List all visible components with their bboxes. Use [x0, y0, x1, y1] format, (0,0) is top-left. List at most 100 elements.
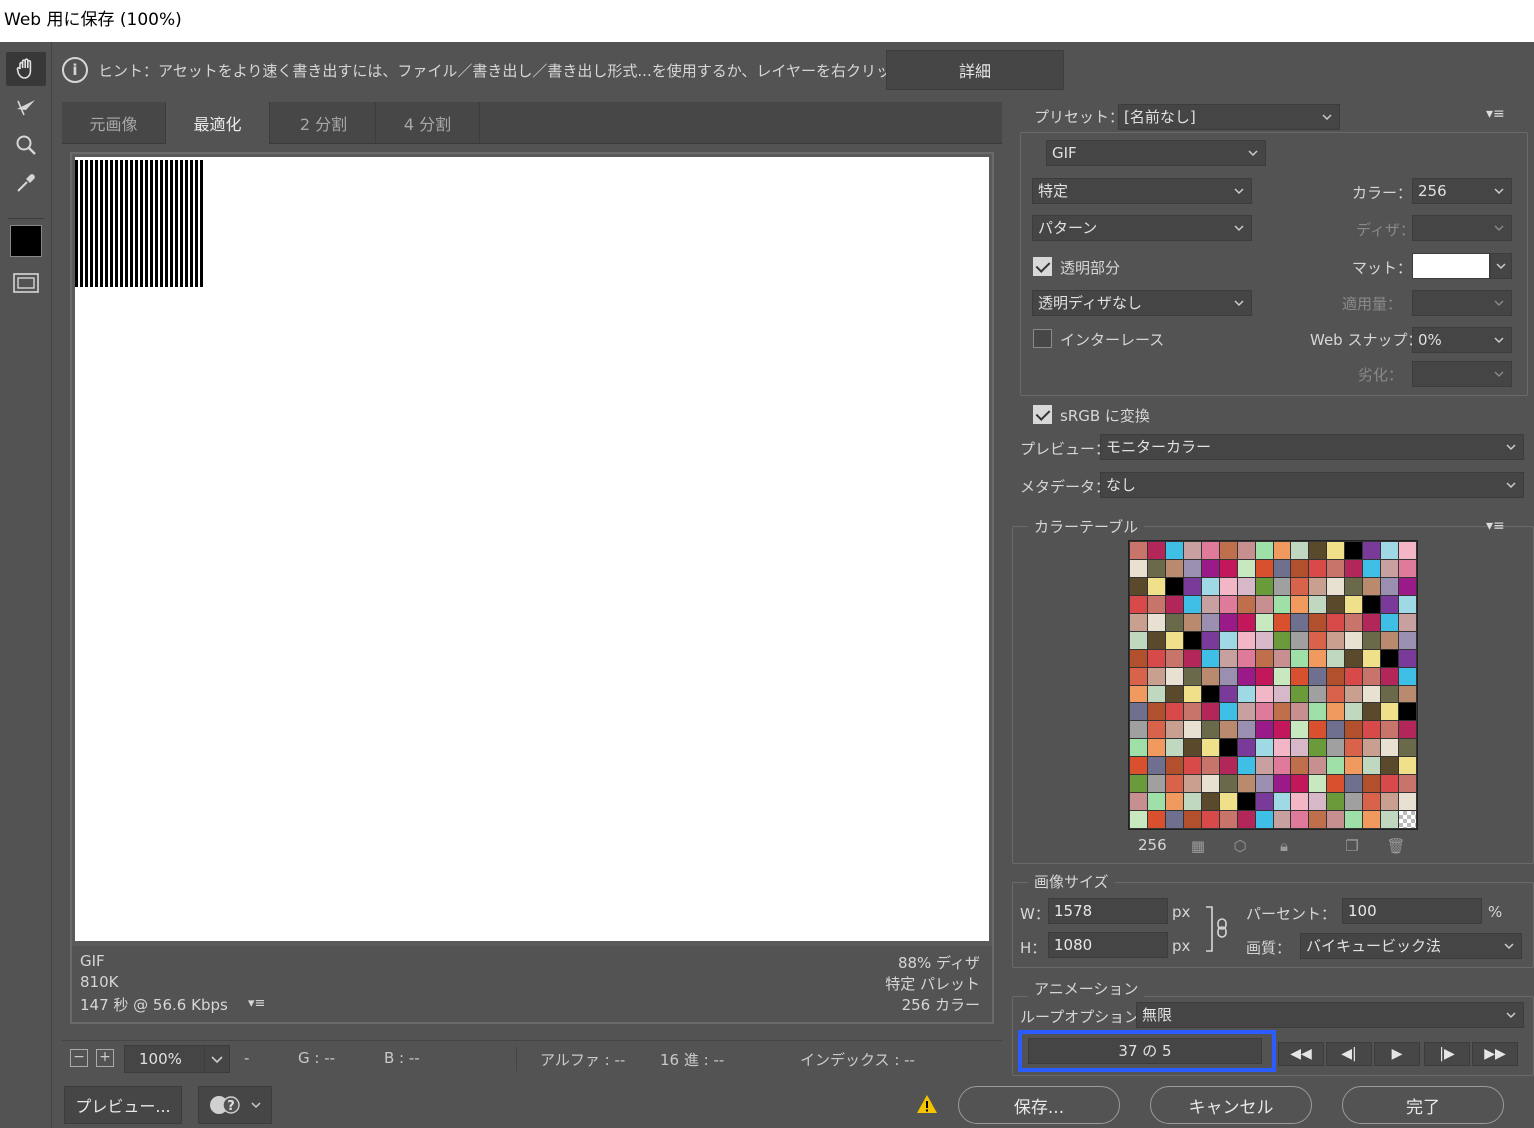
- color-swatch[interactable]: [1399, 721, 1416, 739]
- color-swatch[interactable]: [1130, 577, 1147, 595]
- color-swatch[interactable]: [1345, 613, 1363, 631]
- color-swatch[interactable]: [1147, 577, 1165, 595]
- browser-preview-button[interactable]: ?: [198, 1086, 272, 1124]
- color-swatch[interactable]: [1219, 685, 1237, 703]
- color-swatch[interactable]: [1291, 757, 1309, 775]
- new-color-icon[interactable]: ❐: [1342, 837, 1362, 857]
- color-swatch[interactable]: [1345, 775, 1363, 793]
- color-swatch[interactable]: [1381, 649, 1399, 667]
- slice-select-tool-icon[interactable]: [6, 90, 46, 124]
- color-swatch[interactable]: [1201, 613, 1219, 631]
- zoom-in-button[interactable]: +: [96, 1049, 114, 1067]
- color-swatch[interactable]: [1237, 542, 1255, 559]
- zoom-dropdown[interactable]: [204, 1045, 230, 1073]
- color-swatch[interactable]: [1309, 667, 1327, 685]
- web-safe-cube-icon[interactable]: ⬡: [1230, 837, 1250, 857]
- color-swatch[interactable]: [1345, 559, 1363, 577]
- color-swatch[interactable]: [1363, 685, 1381, 703]
- percent-input[interactable]: 100: [1342, 898, 1482, 924]
- color-swatch[interactable]: [1309, 577, 1327, 595]
- color-swatch[interactable]: [1381, 577, 1399, 595]
- color-swatch[interactable]: [1165, 757, 1183, 775]
- color-swatch[interactable]: [1291, 739, 1309, 757]
- color-swatch[interactable]: [1345, 703, 1363, 721]
- eyedropper-color-swatch[interactable]: [10, 225, 42, 257]
- color-reduction-dropdown[interactable]: 特定: [1032, 178, 1252, 204]
- color-swatch[interactable]: [1255, 757, 1273, 775]
- color-swatch[interactable]: [1201, 649, 1219, 667]
- lock-color-icon[interactable]: 🔒︎: [1274, 837, 1294, 857]
- color-swatch[interactable]: [1363, 631, 1381, 649]
- color-swatch[interactable]: [1183, 811, 1201, 828]
- preview-image[interactable]: [75, 157, 989, 941]
- color-swatch[interactable]: [1130, 649, 1147, 667]
- color-swatch[interactable]: [1201, 775, 1219, 793]
- color-swatch[interactable]: [1255, 559, 1273, 577]
- color-swatch[interactable]: [1363, 613, 1381, 631]
- color-swatch[interactable]: [1130, 793, 1147, 811]
- color-swatch[interactable]: [1399, 577, 1416, 595]
- color-swatch[interactable]: [1237, 631, 1255, 649]
- color-swatch[interactable]: [1165, 667, 1183, 685]
- download-speed-menu-icon[interactable]: ▾≡: [248, 996, 265, 1011]
- color-swatch[interactable]: [1183, 613, 1201, 631]
- color-swatch[interactable]: [1291, 649, 1309, 667]
- color-swatch[interactable]: [1237, 667, 1255, 685]
- color-swatch[interactable]: [1219, 577, 1237, 595]
- color-swatch[interactable]: [1201, 757, 1219, 775]
- color-swatch[interactable]: [1363, 739, 1381, 757]
- quality-dropdown[interactable]: バイキュービック法: [1300, 933, 1522, 959]
- color-swatch[interactable]: [1165, 739, 1183, 757]
- color-swatch[interactable]: [1399, 613, 1416, 631]
- color-swatch[interactable]: [1327, 595, 1345, 613]
- color-swatch[interactable]: [1309, 811, 1327, 828]
- color-swatch[interactable]: [1255, 811, 1273, 828]
- color-swatch[interactable]: [1147, 775, 1165, 793]
- color-swatch[interactable]: [1201, 685, 1219, 703]
- color-swatch[interactable]: [1309, 685, 1327, 703]
- color-swatch[interactable]: [1147, 559, 1165, 577]
- color-swatch[interactable]: [1255, 631, 1273, 649]
- web-snap-field[interactable]: 0%: [1412, 327, 1512, 353]
- preview-button[interactable]: プレビュー...: [64, 1086, 182, 1124]
- color-swatch[interactable]: [1363, 649, 1381, 667]
- color-swatch[interactable]: [1309, 793, 1327, 811]
- color-swatch[interactable]: [1291, 559, 1309, 577]
- color-swatch[interactable]: [1201, 811, 1219, 828]
- color-swatch[interactable]: [1183, 542, 1201, 559]
- color-swatch[interactable]: [1399, 649, 1416, 667]
- color-swatch[interactable]: [1291, 721, 1309, 739]
- color-swatch[interactable]: [1130, 667, 1147, 685]
- tab-original[interactable]: 元画像: [62, 102, 166, 144]
- color-swatch[interactable]: [1273, 739, 1291, 757]
- color-swatch[interactable]: [1327, 757, 1345, 775]
- color-swatch[interactable]: [1381, 811, 1399, 828]
- color-swatch[interactable]: [1363, 721, 1381, 739]
- color-swatch[interactable]: [1255, 703, 1273, 721]
- color-swatch[interactable]: [1345, 721, 1363, 739]
- color-swatch[interactable]: [1219, 649, 1237, 667]
- color-swatch[interactable]: [1219, 721, 1237, 739]
- color-swatch[interactable]: [1147, 631, 1165, 649]
- color-swatch[interactable]: [1345, 739, 1363, 757]
- color-swatch[interactable]: [1381, 595, 1399, 613]
- color-swatch[interactable]: [1291, 811, 1309, 828]
- color-swatch[interactable]: [1147, 721, 1165, 739]
- color-swatch[interactable]: [1165, 631, 1183, 649]
- color-swatch[interactable]: [1345, 577, 1363, 595]
- color-swatch[interactable]: [1291, 542, 1309, 559]
- color-swatch[interactable]: [1255, 685, 1273, 703]
- next-frame-button[interactable]: |▶: [1424, 1042, 1470, 1066]
- color-swatch[interactable]: [1273, 703, 1291, 721]
- color-swatch[interactable]: [1345, 631, 1363, 649]
- color-swatch[interactable]: [1165, 613, 1183, 631]
- color-swatch[interactable]: [1363, 793, 1381, 811]
- color-swatch[interactable]: [1381, 757, 1399, 775]
- color-swatch[interactable]: [1183, 793, 1201, 811]
- color-swatch[interactable]: [1130, 811, 1147, 828]
- color-swatch[interactable]: [1255, 775, 1273, 793]
- color-swatch[interactable]: [1381, 793, 1399, 811]
- color-swatch[interactable]: [1381, 739, 1399, 757]
- color-swatch[interactable]: [1327, 613, 1345, 631]
- color-swatch[interactable]: [1130, 542, 1147, 559]
